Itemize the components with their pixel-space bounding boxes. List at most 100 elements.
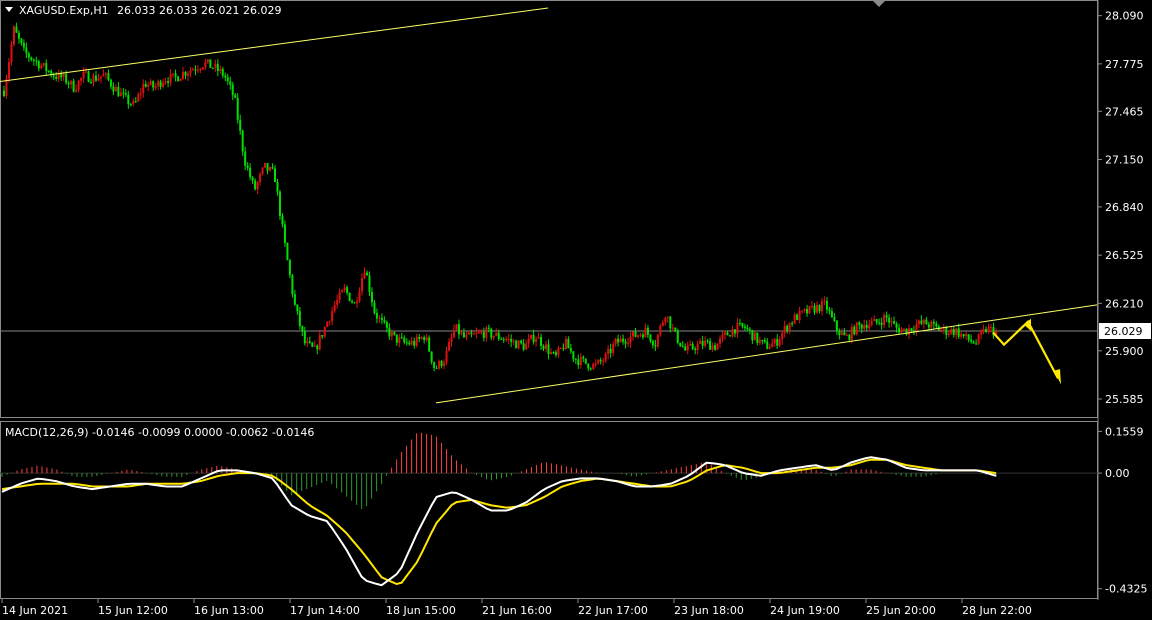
candle-body [758, 339, 761, 343]
candle-body [303, 331, 306, 344]
candle-body [584, 358, 587, 364]
candle-body [985, 329, 988, 333]
symbol-timeframe: XAGUSD.Exp,H1 [19, 4, 109, 17]
candle-body [122, 92, 125, 94]
candle-body [393, 332, 396, 335]
candle-body [408, 342, 411, 345]
time-tick-label: 28 Jun 22:00 [962, 604, 1032, 617]
candle-body [594, 363, 597, 365]
candle-body [632, 331, 635, 337]
price-tick-label: 25.585 [1105, 393, 1144, 406]
candle-body [947, 333, 950, 335]
candle-body [577, 359, 580, 366]
menu-triangle-icon[interactable] [5, 7, 13, 12]
candle-body [470, 332, 473, 335]
candle-body [922, 319, 925, 324]
candle-body [627, 342, 630, 344]
candle-body [818, 304, 821, 312]
candle-body [127, 94, 130, 105]
candle-body [664, 317, 667, 323]
candle-body [900, 329, 903, 333]
candle-body [370, 291, 373, 303]
candle-body [746, 328, 749, 330]
candle-body [209, 59, 212, 68]
candle-body [365, 272, 368, 276]
candle-body [552, 352, 555, 354]
candle-body [211, 67, 214, 69]
candle-body [415, 337, 418, 346]
scroll-marker-icon[interactable] [872, 0, 886, 7]
candle-body [224, 75, 227, 78]
candle-body [428, 337, 431, 352]
candle-body [987, 327, 990, 333]
candle-body [42, 63, 45, 66]
candle-body [283, 224, 286, 243]
candle-body [671, 327, 674, 329]
time-tick-label: 14 Jun 2021 [2, 604, 68, 617]
candle-body [602, 360, 605, 362]
candle-body [142, 83, 145, 94]
ohlc-readout: 26.033 26.033 26.021 26.029 [117, 4, 281, 17]
candle-body [353, 302, 356, 304]
support-trendline[interactable] [435, 304, 1098, 404]
candle-body [477, 332, 480, 334]
candle-body [308, 341, 311, 343]
candle-body [167, 81, 170, 83]
macd-histogram [1, 432, 997, 509]
candle-body [833, 317, 836, 321]
candle-body [624, 341, 627, 344]
candle-body [460, 332, 463, 335]
price-tick-label: 26.525 [1105, 249, 1144, 262]
candle-body [940, 329, 943, 331]
candle-body [497, 332, 500, 339]
candle-body [99, 76, 102, 79]
candle-body [157, 81, 160, 87]
candle-body [768, 347, 771, 349]
candle-body [554, 352, 557, 356]
candle-body [728, 335, 731, 337]
candle-body [967, 334, 970, 340]
candle-body [855, 322, 858, 335]
candle-body [592, 363, 595, 369]
candle-body [694, 348, 697, 351]
candle-body [793, 314, 796, 324]
macd-tick-label: 0.00 [1105, 467, 1130, 480]
candle-body [321, 335, 324, 337]
candle-body [927, 324, 930, 328]
candle-body [970, 339, 973, 342]
trading-chart[interactable]: 28.090 27.775 27.465 27.150 26.840 26.525 26.2… [0, 0, 1152, 620]
candle-body [226, 77, 229, 82]
candle-body [656, 334, 659, 347]
candle-body [890, 321, 893, 323]
candle-body [22, 43, 25, 48]
candle-body [910, 328, 913, 331]
candle-body [112, 86, 115, 92]
candle-body [448, 341, 451, 351]
candle-body [644, 327, 647, 338]
candle-body [124, 93, 127, 95]
price-panel-frame [0, 0, 1098, 418]
candle-body [445, 350, 448, 363]
candle-body [945, 327, 948, 335]
candle-body [70, 80, 73, 85]
candle-body [102, 74, 105, 77]
candle-body [806, 309, 809, 314]
candle-body [189, 70, 192, 74]
candle-body [119, 92, 122, 97]
candle-body [214, 63, 217, 68]
candle-body [276, 182, 279, 192]
candle-body [164, 81, 167, 83]
candle-body [617, 338, 620, 343]
candle-body [654, 345, 657, 347]
candle-body [582, 356, 585, 359]
candle-body [154, 86, 157, 88]
price-tick-label: 27.465 [1105, 105, 1144, 118]
candle-body [94, 75, 97, 81]
candle-body [801, 310, 804, 312]
candle-body [930, 321, 933, 328]
candle-body [709, 340, 712, 350]
candle-body [597, 359, 600, 364]
candle-body [512, 340, 515, 342]
resistance-trendline[interactable] [0, 7, 549, 82]
candle-body [134, 101, 137, 103]
